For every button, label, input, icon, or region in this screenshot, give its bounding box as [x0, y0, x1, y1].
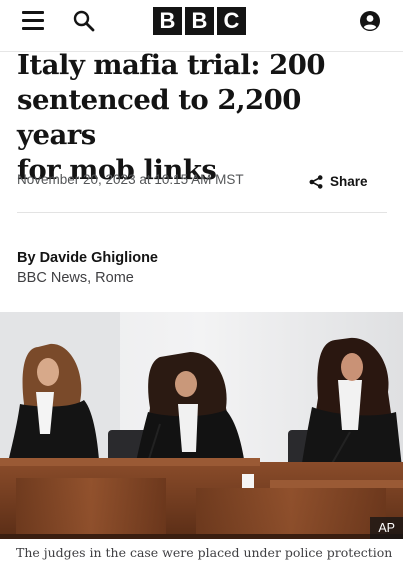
- article-photo: AP: [0, 312, 403, 539]
- logo-letter-b2: B: [185, 7, 214, 35]
- hamburger-menu-icon[interactable]: [22, 11, 44, 31]
- bbc-logo[interactable]: B B C: [153, 7, 246, 35]
- logo-letter-b1: B: [153, 7, 182, 35]
- publish-timestamp: November 20, 2023 at 10:15 AM MST: [17, 172, 244, 187]
- headline-line: Italy mafia trial: 200: [17, 49, 326, 81]
- account-icon[interactable]: [359, 10, 381, 32]
- top-navigation-bar: B B C: [0, 0, 403, 52]
- search-icon[interactable]: [72, 9, 96, 33]
- share-label: Share: [330, 174, 368, 189]
- courtroom-photo: [0, 312, 403, 539]
- byline: By Davide Ghiglione BBC News, Rome: [17, 249, 158, 288]
- author-role: BBC News, Rome: [17, 270, 134, 286]
- author-name: By Davide Ghiglione: [17, 250, 158, 266]
- share-icon: [309, 174, 323, 189]
- share-button[interactable]: Share: [309, 174, 368, 189]
- photo-credit: AP: [370, 517, 403, 539]
- headline-line: sentenced to 2,200 years: [17, 84, 301, 151]
- photo-caption: The judges in the case were placed under…: [16, 545, 393, 560]
- divider: [17, 212, 387, 213]
- article-headline: Italy mafia trial: 200 sentenced to 2,20…: [17, 48, 387, 188]
- article-meta: November 20, 2023 at 10:15 AM MST Share: [17, 170, 387, 196]
- logo-letter-c: C: [217, 7, 246, 35]
